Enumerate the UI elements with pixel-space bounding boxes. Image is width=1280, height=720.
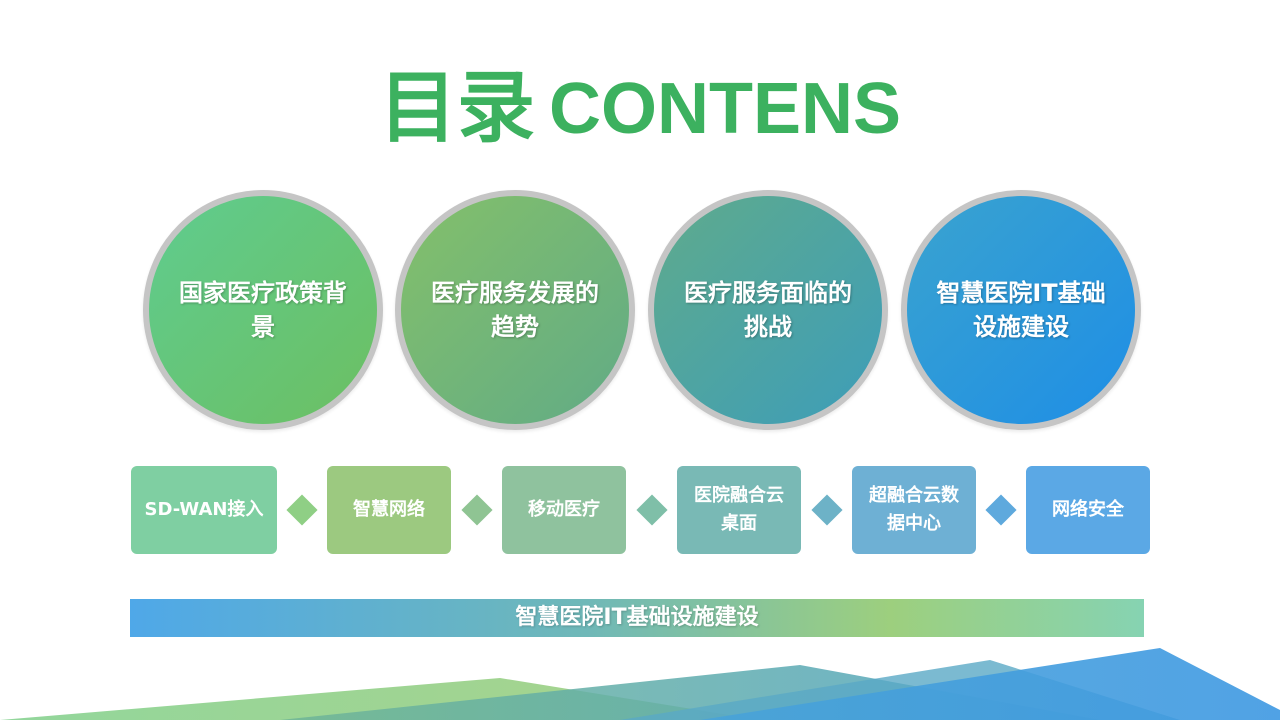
section-circle-challenges[interactable]: 医疗服务面临的挑战	[648, 190, 888, 430]
section-circle-label: 医疗服务发展的趋势	[431, 279, 599, 341]
diamond-separator-icon	[286, 494, 318, 526]
diamond-separator-icon	[461, 494, 493, 526]
summary-banner: 智慧医院IT基础设施建设	[130, 599, 1144, 637]
step-box-data-center[interactable]: 超融合云数据中心	[852, 466, 976, 554]
section-circle-trends[interactable]: 医疗服务发展的趋势	[395, 190, 635, 430]
section-circle-policy[interactable]: 国家医疗政策背景	[143, 190, 383, 430]
section-circle-infrastructure[interactable]: 智慧医院IT基础设施建设	[901, 190, 1141, 430]
step-box-cloud-desktop[interactable]: 医院融合云桌面	[677, 466, 801, 554]
page-title: 目录 CONTENS	[0, 58, 1280, 158]
decorative-wave-shapes	[0, 648, 1280, 720]
diamond-separator-icon	[985, 494, 1017, 526]
section-circle-label: 国家医疗政策背景	[179, 279, 347, 341]
step-box-smart-network[interactable]: 智慧网络	[327, 466, 451, 554]
diamond-separator-icon	[636, 494, 668, 526]
step-box-network-security[interactable]: 网络安全	[1026, 466, 1150, 554]
title-english: CONTENS	[548, 68, 902, 149]
section-circle-label: 医疗服务面临的挑战	[684, 279, 852, 341]
step-box-mobile-medical[interactable]: 移动医疗	[502, 466, 626, 554]
step-box-sdwan[interactable]: SD-WAN接入	[131, 466, 277, 554]
section-circle-label: 智慧医院IT基础设施建设	[936, 279, 1106, 341]
diamond-separator-icon	[811, 494, 843, 526]
title-chinese: 目录	[378, 63, 535, 154]
